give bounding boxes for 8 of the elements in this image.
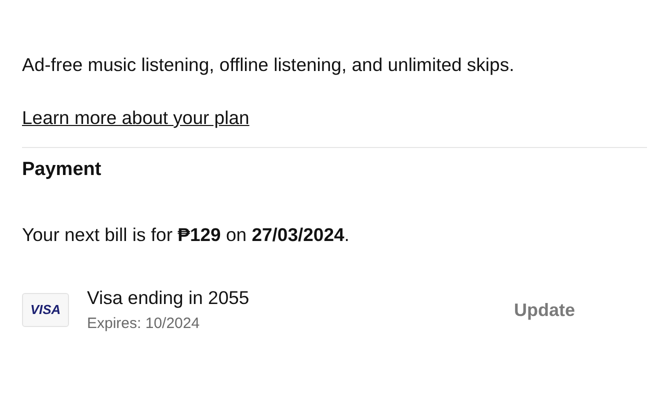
card-expiry: Expires: 10/2024 bbox=[87, 314, 201, 334]
visa-card-logo: VISA bbox=[22, 293, 69, 327]
learn-more-link[interactable]: Learn more about your plan bbox=[22, 105, 250, 131]
plan-description: Ad-free music listening, offline listening, and unlimited skips. bbox=[22, 53, 516, 77]
update-button[interactable]: Update bbox=[514, 296, 575, 324]
card-title: Visa ending in 2055 bbox=[87, 286, 250, 310]
payment-heading: Payment bbox=[22, 158, 102, 182]
next-bill-text: Your next bill is for ₱129 on 27/03/2024. bbox=[22, 223, 350, 247]
